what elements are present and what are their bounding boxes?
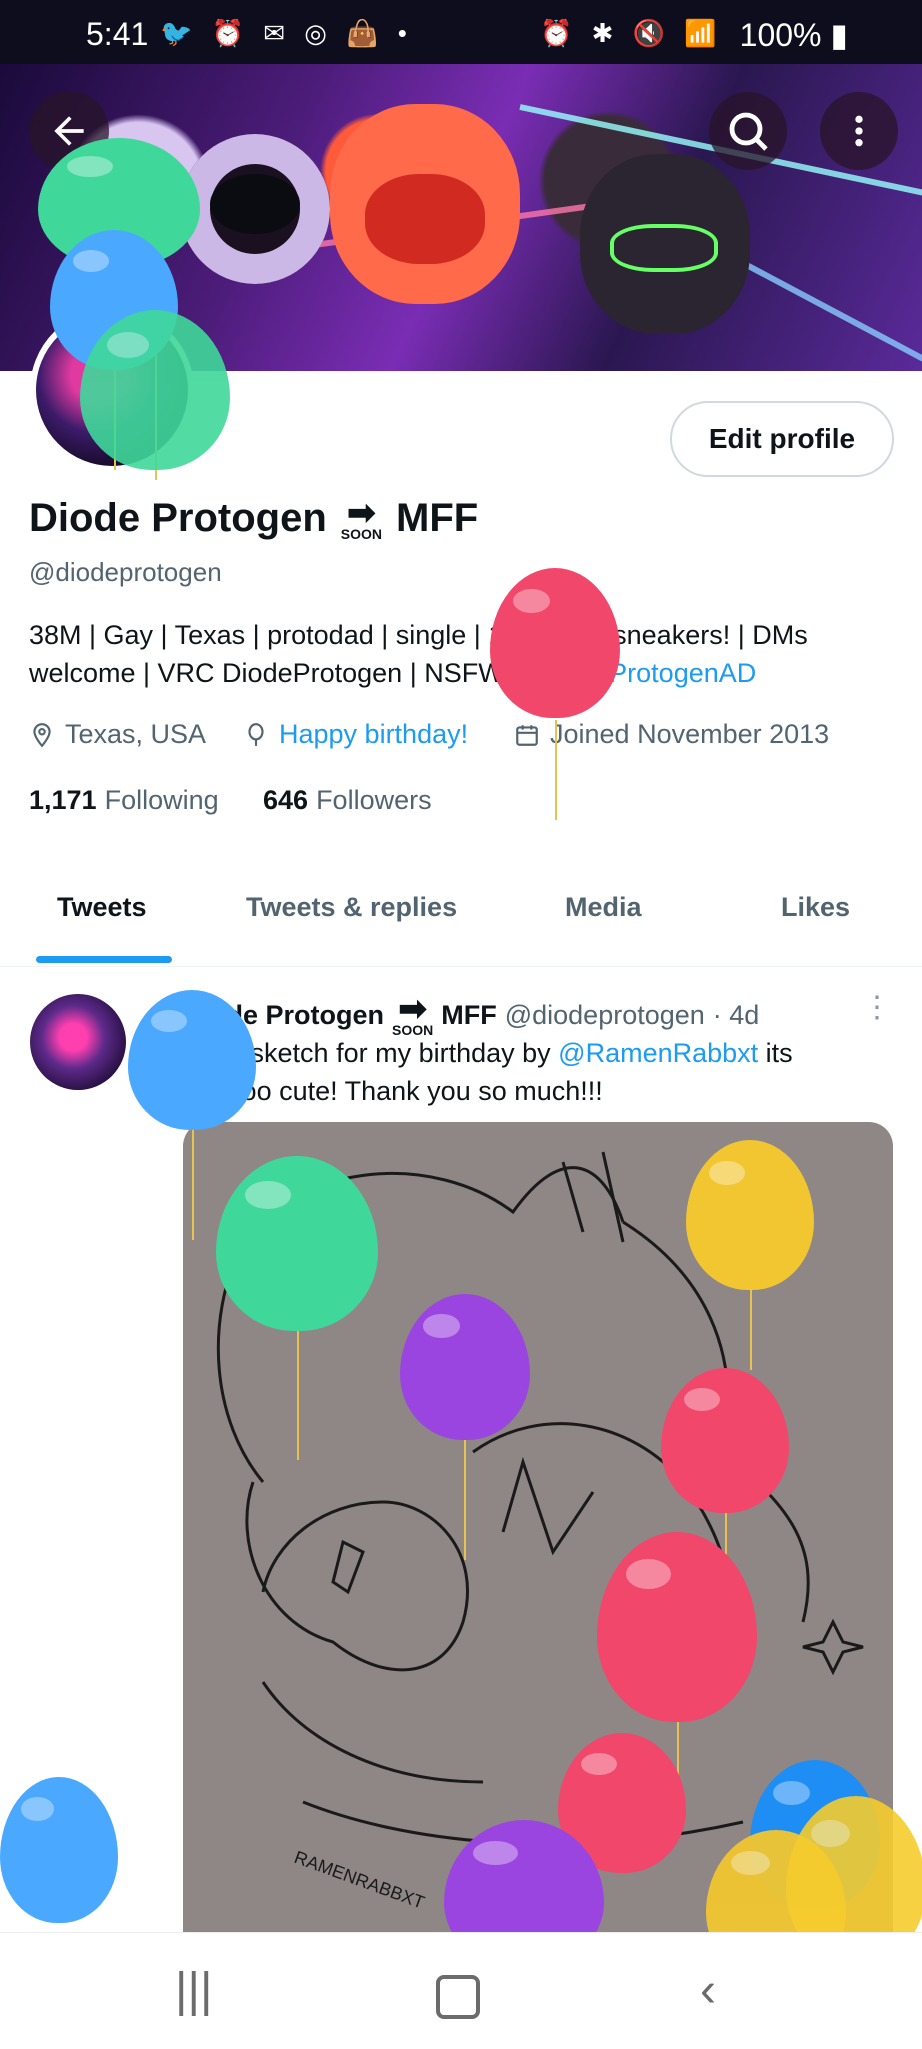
mute-icon: 🔇 [632, 18, 672, 48]
soon-arrow-icon: ➡ SOON [392, 990, 434, 1038]
notification-icons: 🐦 ⏰ ✉ ◎ 👜 • [160, 18, 413, 49]
tweet-header: Diode Protogen ➡ SOON MFF @diodeprotogen … [183, 990, 760, 1038]
profile-bio: 38M | Gay | Texas | protodad | single | … [29, 620, 808, 688]
edit-profile-button[interactable]: Edit profile [670, 401, 894, 477]
profile-handle: @diodeprotogen [29, 557, 222, 587]
svg-text:RAMENRABBXT: RAMENRABBXT [292, 1847, 428, 1913]
shopping-bag-icon: 👜 [346, 18, 385, 48]
tab-tweets-replies[interactable]: Tweets & replies [246, 892, 457, 923]
following-link[interactable]: 1,171 Following [29, 785, 219, 816]
search-button[interactable] [709, 92, 787, 170]
back-icon[interactable]: ‹ [700, 1963, 716, 2018]
tab-tweets[interactable]: Tweets [57, 892, 147, 923]
profile-birthday: Happy birthday! [243, 719, 468, 750]
instagram-icon: ◎ [304, 18, 333, 48]
recents-icon[interactable]: ||| [175, 1963, 212, 2018]
system-icons: ⏰ ✱ 🔇 📶 [540, 18, 723, 49]
more-button[interactable] [820, 92, 898, 170]
tab-likes[interactable]: Likes [781, 892, 850, 923]
tweet-time: · 4d [712, 999, 760, 1030]
tweet-mention-link[interactable]: @RamenRabbxt [558, 1038, 758, 1068]
battery-level: 100% ▮ [739, 17, 848, 53]
home-icon[interactable] [436, 1975, 480, 2019]
tweet-text: A gift sketch for my birthday by @RamenR… [183, 1038, 793, 1106]
alarm-icon: ⏰ [211, 18, 250, 48]
followers-link[interactable]: 646 Followers [263, 785, 432, 816]
wifi-icon: 📶 [684, 18, 723, 48]
twitter-icon: 🐦 [160, 18, 199, 48]
soon-arrow-icon: ➡ SOON [340, 493, 383, 542]
more-vertical-icon [855, 115, 863, 147]
profile-name: Diode Protogen ➡ SOON MFF [29, 493, 479, 542]
location-pin-icon [33, 722, 51, 747]
profile-joined: Joined November 2013 [514, 719, 829, 750]
alarm-icon: ⏰ [540, 18, 579, 48]
tweet-author-handle: @diodeprotogen [504, 999, 705, 1030]
outlook-icon: ✉ [263, 18, 292, 48]
tab-media[interactable]: Media [565, 892, 642, 923]
calendar-icon [516, 724, 538, 746]
active-tab-indicator [36, 956, 172, 963]
dot-icon: • [397, 18, 413, 48]
system-nav-bar: ||| ‹ [0, 1932, 922, 2049]
status-time: 5:41 [86, 16, 149, 52]
balloon-icon [248, 722, 264, 746]
bluetooth-icon: ✱ [591, 18, 620, 48]
status-bar: 5:41 🐦 ⏰ ✉ ◎ 👜 • ⏰ ✱ 🔇 📶 100% ▮ [0, 0, 922, 64]
tweet-avatar[interactable] [30, 994, 126, 1090]
profile-location: Texas, USA [29, 719, 206, 750]
profile-tabs: Tweets Tweets & replies Media Likes [0, 866, 922, 967]
balloon-blue [0, 1777, 118, 1923]
balloon-red [490, 568, 620, 718]
tweet-more-icon[interactable]: ⋮ [862, 990, 892, 1025]
search-icon [729, 112, 768, 151]
